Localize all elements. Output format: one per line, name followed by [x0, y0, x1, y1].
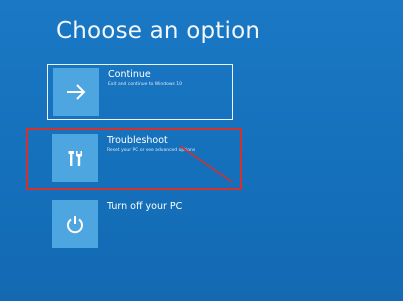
annotation-arrow	[179, 145, 233, 183]
